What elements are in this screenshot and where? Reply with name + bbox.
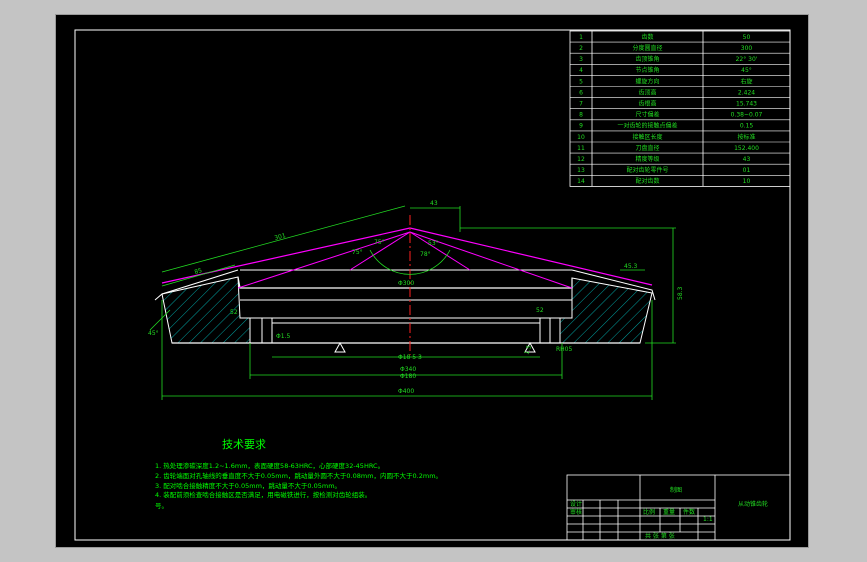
- dim-inner-dia-label: Φ300: [398, 280, 414, 287]
- dim-bore-b-label: 52: [536, 307, 544, 314]
- param-row-number: 1: [579, 34, 583, 41]
- param-row-number: 13: [577, 167, 585, 174]
- dim-angle-d-label: 53°: [428, 240, 439, 247]
- param-row-value: 50: [743, 34, 751, 41]
- param-row-number: 9: [579, 123, 583, 130]
- note-item-5: 号。: [155, 502, 168, 510]
- dim-angle-a-label: 75°: [374, 239, 385, 246]
- param-row-value: 43: [743, 156, 751, 163]
- title-ratio-value: 1:1: [703, 516, 713, 523]
- param-row-name: 节点锥角: [635, 66, 659, 74]
- param-row-value: 2.424: [738, 89, 755, 96]
- param-row-name: 齿数: [641, 33, 653, 41]
- note-item-3: 3. 配对啮合接触精度不大于0.05mm，跳动量不大于0.05mm。: [155, 481, 341, 490]
- param-row-name: 配对齿数: [635, 177, 659, 185]
- note-item-2: 2. 齿轮端面对孔轴线的垂直度不大于0.05mm，跳动量外圆不大于0.08mm，…: [155, 471, 442, 480]
- title-drawing-label: 制图: [670, 486, 682, 494]
- datum-triangle-left: [334, 341, 346, 353]
- dim-bore-a-label: 52: [230, 309, 238, 316]
- param-row-value: 右旋: [740, 77, 752, 85]
- param-row-value: 45°: [741, 67, 752, 74]
- param-row-value: 01: [743, 167, 751, 174]
- title-qty-label: 件数: [683, 508, 695, 516]
- dim-left-angle-label: 45°: [148, 330, 159, 337]
- param-row-name: 精度等级: [635, 155, 659, 163]
- param-row-number: 10: [577, 134, 585, 141]
- dim-bottom-left-label: Φ18 5 3: [398, 354, 422, 361]
- right-hatch-section: [559, 277, 653, 344]
- dim-right-h-label: 58.3: [677, 286, 684, 300]
- param-row-value: 22° 30': [736, 56, 758, 63]
- title-check-label: 审核: [570, 508, 582, 516]
- parameter-table: 1 齿数 50 2 分度圆直径 300 3 齿顶锥角 22° 30' 4 节点锥角 45° 5 螺旋方向 右…: [569, 30, 791, 187]
- title-weight-label: 重量: [663, 508, 675, 516]
- param-row-value: 15.743: [736, 101, 757, 108]
- dim-dia-mid-label: Φ340: [400, 366, 416, 373]
- param-row-name: 接触区长度: [632, 133, 662, 141]
- param-row-name: 齿根高: [638, 100, 656, 108]
- param-row-number: 6: [579, 89, 583, 96]
- param-row-name: 配对齿轮零件号: [626, 166, 668, 174]
- dim-side-tag-label: RH05: [556, 346, 572, 353]
- param-row-value: 10: [743, 178, 751, 185]
- dim-right-small-label: 45.3: [624, 263, 638, 270]
- dim-slant-outer-label: 301: [274, 232, 287, 242]
- dim-dia-outer-label: Φ400: [398, 388, 414, 395]
- param-row-number: 7: [579, 101, 583, 108]
- param-row-number: 2: [579, 45, 583, 52]
- title-part-name: 从动锥齿轮: [738, 500, 768, 508]
- dim-angle-c-label: 78°: [420, 251, 431, 258]
- param-row-name: 尺寸偏差: [635, 111, 659, 119]
- param-row-number: 11: [577, 145, 585, 152]
- bore-left: [261, 317, 273, 344]
- dim-dia-inner-label: Φ180: [400, 373, 416, 380]
- param-row-name: 一对齿轮的接触点偏差: [617, 122, 677, 130]
- param-row-number: 8: [579, 112, 583, 119]
- note-item-1: 1. 热处理渗碳深度1.2~1.6mm，表面硬度58-63HRC，心部硬度32-…: [155, 461, 384, 470]
- param-row-number: 5: [579, 78, 583, 85]
- face-cone-right: [409, 231, 471, 271]
- param-row-number: 3: [579, 56, 583, 63]
- param-row-number: 4: [579, 67, 583, 74]
- dim-bore-chamfer-label: Φ1.5: [276, 333, 290, 340]
- notes-title: 技术要求: [222, 438, 266, 451]
- param-row-name: 齿顶高: [638, 88, 656, 96]
- title-ratio-label: 比例: [643, 508, 655, 516]
- param-row-number: 14: [577, 178, 585, 185]
- param-row-value: 152.400: [734, 145, 759, 152]
- param-row-value: 0.15: [740, 123, 754, 130]
- note-item-4: 4. 装配前须检查啮合接触区是否满足，用电磁铁进行，按检测对齿轮组装。: [155, 490, 371, 499]
- title-design-label: 设计: [570, 500, 582, 508]
- title-sheet: 共 张 第 张: [645, 532, 675, 540]
- param-row-number: 12: [577, 156, 585, 163]
- bore-right: [539, 317, 551, 344]
- dim-angle-b-label: 75°: [352, 249, 363, 256]
- param-row-name: 刀盘直径: [635, 144, 659, 152]
- dim-top-label: 43: [430, 200, 438, 207]
- param-row-value: 按标准: [737, 133, 755, 141]
- cad-drawing: 1 齿数 50 2 分度圆直径 300 3 齿顶锥角 22° 30' 4 节点锥角 45° 5 螺旋方向 右…: [74, 29, 791, 541]
- param-row-value: 0.38~0.07: [731, 112, 763, 119]
- param-row-name: 分度圆直径: [632, 44, 662, 52]
- param-row-value: 300: [741, 45, 753, 52]
- param-row-name: 齿顶锥角: [635, 55, 659, 63]
- param-row-name: 螺旋方向: [635, 77, 659, 85]
